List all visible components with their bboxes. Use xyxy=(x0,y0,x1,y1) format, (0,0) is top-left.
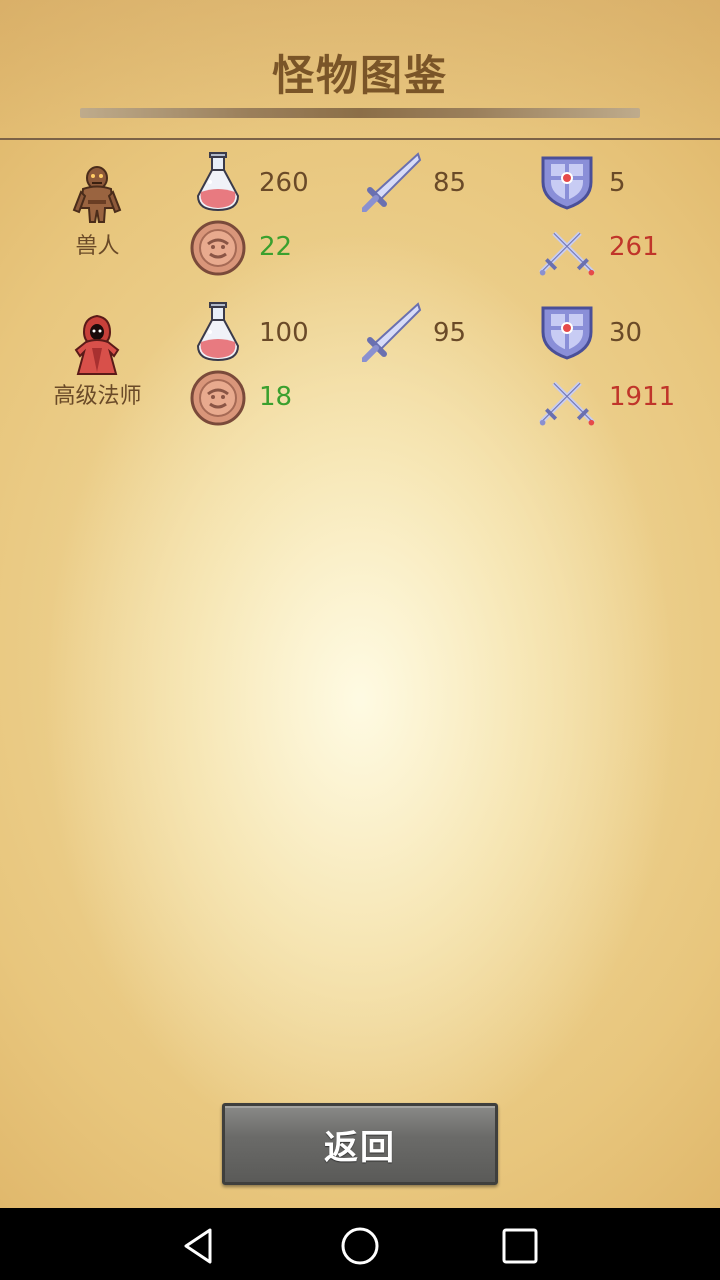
shield-icon xyxy=(541,306,593,360)
monster-row[interactable]: 兽人 260 85 5 22 261 xyxy=(0,150,720,290)
attack-value: 85 xyxy=(433,168,467,198)
title-underline xyxy=(80,108,640,118)
monster-name: 高级法师 xyxy=(53,384,142,409)
shield-icon xyxy=(541,156,593,210)
monster-name: 兽人 xyxy=(75,234,120,259)
attack-value: 95 xyxy=(433,318,467,348)
android-nav-bar xyxy=(0,1208,720,1280)
sword-icon xyxy=(362,302,422,362)
monster-row[interactable]: 高级法师 100 95 30 18 1911 xyxy=(0,300,720,440)
sword-icon xyxy=(362,152,422,212)
gold-coin-icon xyxy=(190,370,246,426)
back-button[interactable]: 返回 xyxy=(222,1103,498,1185)
defense-value: 5 xyxy=(609,168,626,198)
hp-potion-icon xyxy=(196,152,240,212)
crossed-swords-icon xyxy=(539,231,595,276)
hp-potion-icon xyxy=(196,302,240,362)
header-divider xyxy=(0,138,720,140)
gold-value: 18 xyxy=(259,382,293,412)
hp-value: 100 xyxy=(259,318,309,348)
hp-value: 260 xyxy=(259,168,309,198)
parchment-background: 怪物图鉴 兽人 260 85 5 22 261 高级法师 100 95 30 1… xyxy=(0,0,720,1208)
page-title: 怪物图鉴 xyxy=(271,51,448,100)
nav-back-icon[interactable] xyxy=(178,1224,222,1268)
gold-value: 22 xyxy=(259,232,293,262)
defense-value: 30 xyxy=(609,318,643,348)
nav-recents-icon[interactable] xyxy=(498,1224,542,1268)
orc-icon xyxy=(72,166,122,223)
gold-coin-icon xyxy=(190,220,246,276)
damage-value: 1911 xyxy=(609,382,676,412)
crossed-swords-icon xyxy=(539,381,595,426)
high-mage-icon xyxy=(74,314,120,375)
damage-value: 261 xyxy=(609,232,659,262)
nav-home-icon[interactable] xyxy=(338,1224,382,1268)
